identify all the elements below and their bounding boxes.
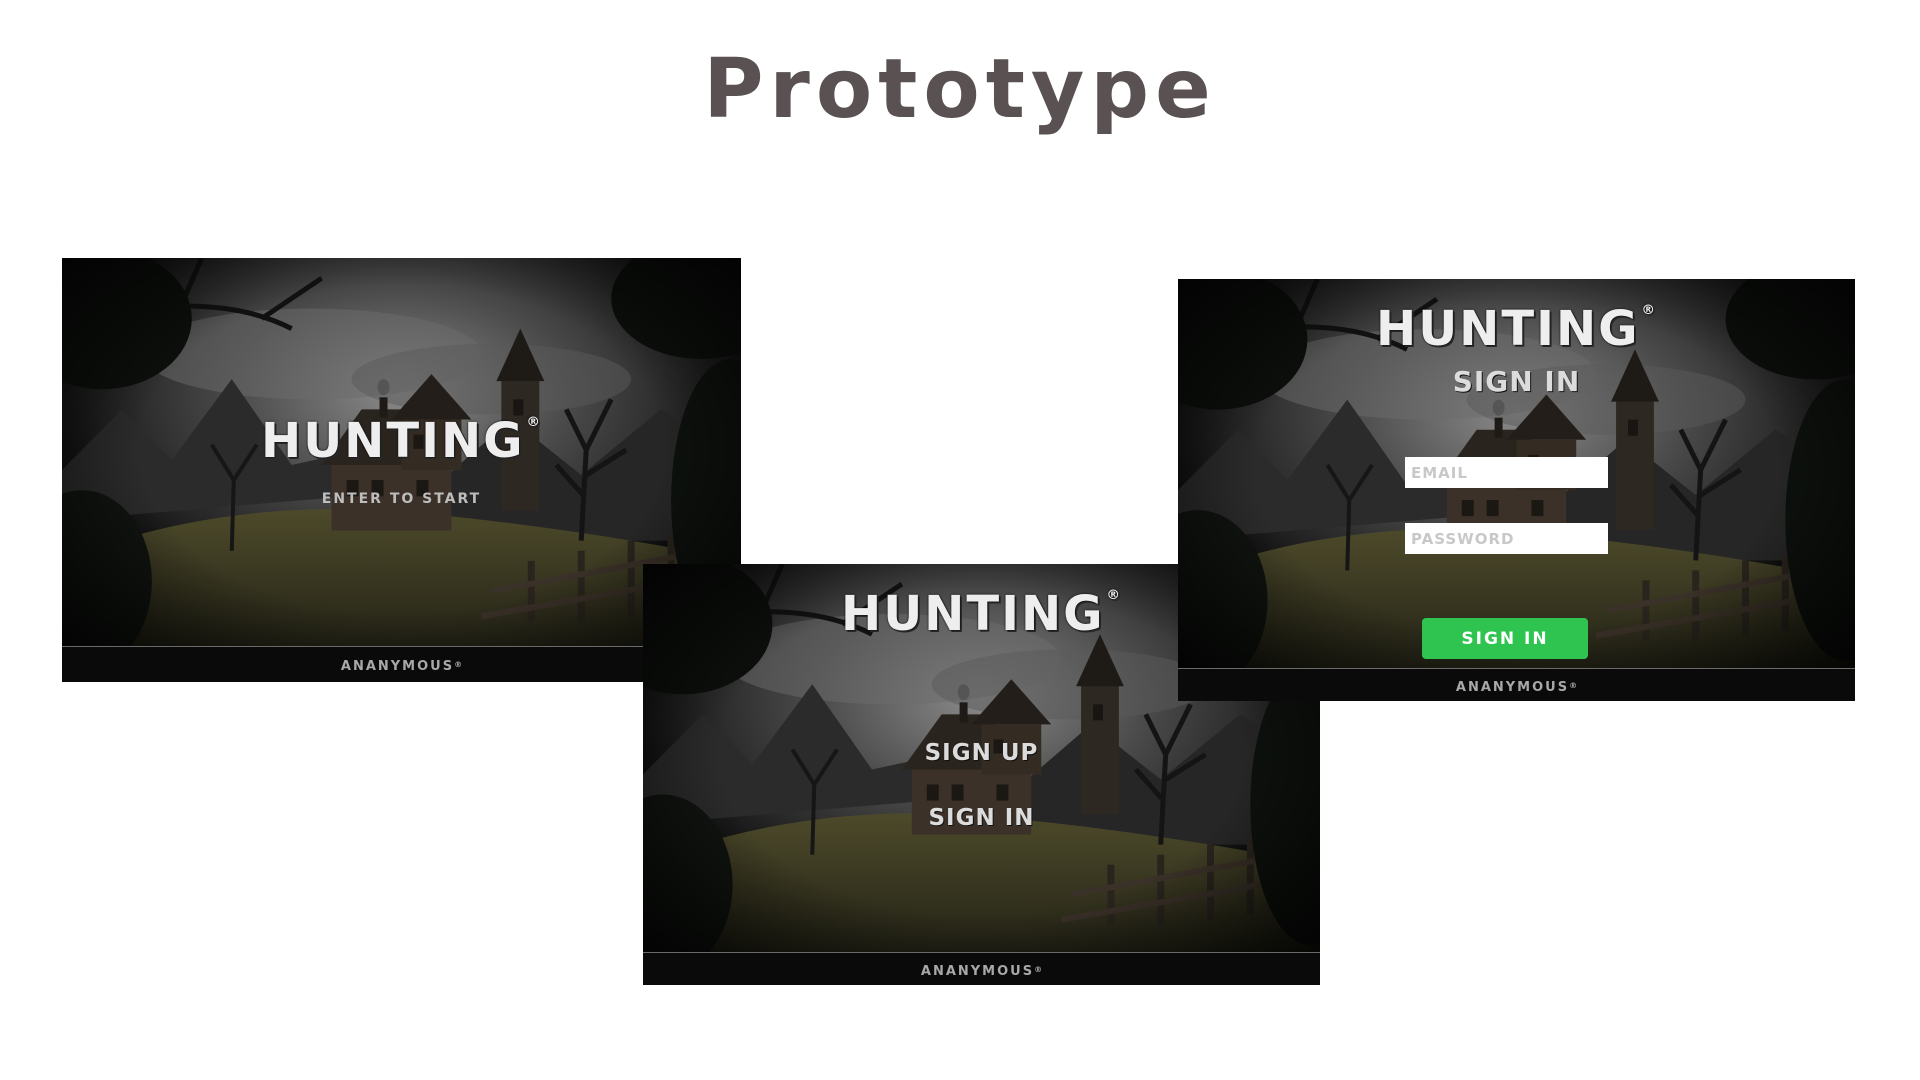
start-screen: HUNTING ® ENTER TO START ANANYMOUS® bbox=[62, 258, 741, 682]
footer-registered-mark: ® bbox=[1034, 965, 1043, 974]
registered-mark: ® bbox=[1106, 588, 1122, 603]
logo-text: HUNTING bbox=[261, 413, 525, 469]
footer-bar: ANANYMOUS® bbox=[62, 646, 741, 682]
slide-title: Prototype bbox=[703, 42, 1217, 137]
footer-registered-mark: ® bbox=[454, 660, 463, 669]
sign-in-button[interactable]: SIGN IN bbox=[643, 805, 1320, 831]
footer-brand: ANANYMOUS bbox=[1455, 680, 1570, 695]
logo-text: HUNTING bbox=[1376, 301, 1640, 357]
enter-to-start-prompt[interactable]: ENTER TO START bbox=[62, 491, 741, 507]
sign-in-screen: HUNTING® SIGN IN SIGN IN ANANYMOUS® bbox=[1178, 279, 1855, 701]
footer-bar: ANANYMOUS® bbox=[1178, 668, 1855, 701]
registered-mark: ® bbox=[1641, 303, 1657, 318]
registered-mark: ® bbox=[526, 415, 542, 430]
email-field[interactable] bbox=[1405, 457, 1608, 488]
footer-registered-mark: ® bbox=[1569, 681, 1578, 690]
haunted-house-background bbox=[62, 258, 741, 682]
sign-in-heading: SIGN IN bbox=[1452, 365, 1581, 398]
game-logo: HUNTING ® bbox=[62, 413, 741, 469]
footer-brand: ANANYMOUS bbox=[920, 964, 1035, 979]
footer-brand: ANANYMOUS bbox=[340, 659, 455, 674]
game-logo: HUNTING ® bbox=[1178, 301, 1855, 357]
footer-bar: ANANYMOUS® bbox=[643, 952, 1320, 985]
password-field[interactable] bbox=[1405, 523, 1608, 554]
logo-text: HUNTING bbox=[841, 586, 1105, 642]
sign-up-button[interactable]: SIGN UP bbox=[643, 740, 1320, 766]
sign-in-submit-button[interactable]: SIGN IN bbox=[1422, 618, 1588, 659]
